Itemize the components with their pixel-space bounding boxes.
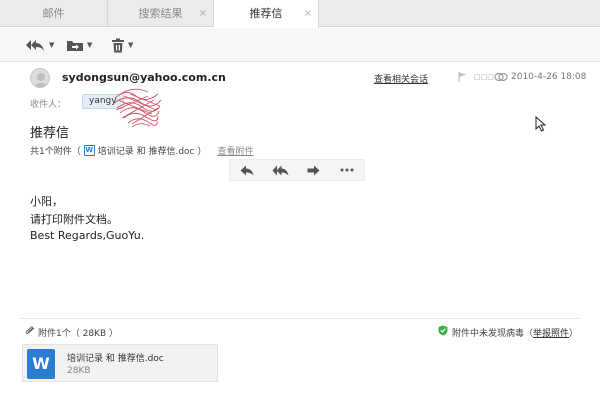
attachment-summary: 共1个附件（ W 培训记录 和 推荐信.doc ） 查看附件	[30, 144, 254, 157]
report-link[interactable]: 举报照件	[533, 329, 569, 339]
chevron-down-icon: ▼	[87, 41, 93, 49]
attachment-file-size: 28KB	[67, 366, 91, 376]
link-icon[interactable]	[494, 72, 508, 82]
attachment-prefix: 共1个附件（	[30, 147, 81, 157]
tab-recommendation-letter[interactable]: 推荐信 ×	[214, 0, 319, 28]
received-datetime: 2010-4-26 18:08	[511, 72, 587, 82]
virus-scan-status: 附件中未发现病毒（举报照件）	[452, 326, 578, 339]
forward-button[interactable]	[297, 160, 331, 180]
more-button[interactable]	[331, 160, 365, 180]
reply-all-menu-button[interactable]: ▼	[24, 36, 54, 54]
quick-action-bar	[229, 159, 365, 181]
virus-status-end: ）	[569, 329, 579, 339]
status-text: □□□	[474, 73, 494, 81]
chevron-down-icon: ▼	[49, 41, 55, 49]
chevron-down-icon: ▼	[128, 41, 134, 49]
view-conversation-link[interactable]: 查看相关会话	[374, 72, 428, 85]
move-button[interactable]: ▼	[66, 36, 92, 54]
recipient-label: 收件人：	[30, 100, 67, 110]
reply-icon	[240, 165, 254, 175]
tab-label: 推荐信	[249, 7, 283, 20]
redaction-scribble	[113, 88, 162, 128]
tab-label: 搜索结果	[138, 7, 183, 20]
virus-status-text: 附件中未发现病毒（	[452, 329, 534, 339]
view-attachment-link[interactable]: 查看附件	[218, 144, 254, 157]
sender-address[interactable]: sydongsun@yahoo.com.cn	[62, 71, 226, 84]
delete-button[interactable]: ▼	[111, 36, 133, 54]
tab-bar: 邮件 搜索结果 × 推荐信 ×	[0, 0, 600, 28]
body-greeting: 小阳，	[30, 195, 63, 208]
more-icon	[340, 168, 354, 172]
tab-mail[interactable]: 邮件	[0, 0, 108, 27]
body-text: 请打印附件文档。	[30, 213, 118, 226]
reply-button[interactable]	[230, 160, 264, 180]
attachment-suffix: ）	[197, 147, 207, 157]
word-doc-icon: W	[27, 349, 55, 379]
tab-search-results[interactable]: 搜索结果 ×	[108, 0, 214, 27]
email-subject: 推荐信	[30, 126, 70, 141]
toolbar: ▼ ▼ ▼	[0, 28, 600, 62]
move-to-folder-icon	[67, 41, 83, 51]
attachment-count: 附件1个（ 28KB ）	[38, 329, 118, 339]
flag-icon[interactable]	[458, 72, 467, 82]
delete-icon	[112, 38, 124, 52]
word-doc-icon: W	[83, 145, 95, 156]
shield-check-icon	[438, 325, 448, 336]
body-signature: Best Regards,GuoYu.	[30, 229, 145, 242]
mouse-cursor-icon	[535, 116, 546, 132]
divider	[20, 318, 580, 319]
paperclip-icon	[25, 326, 35, 334]
close-icon[interactable]: ×	[304, 0, 312, 27]
attachment-file-name[interactable]: 培训记录 和 推荐信.doc	[67, 351, 164, 364]
attachment-filename[interactable]: 培训记录 和 推荐信.doc	[98, 144, 195, 157]
reply-all-icon	[26, 40, 44, 51]
reply-all-button[interactable]	[264, 160, 298, 180]
close-icon[interactable]: ×	[199, 0, 207, 27]
forward-icon	[307, 165, 320, 175]
reply-all-icon	[272, 165, 289, 175]
tab-label: 邮件	[42, 7, 65, 20]
attachment-card[interactable]: W 培训记录 和 推荐信.doc 28KB	[22, 344, 218, 382]
avatar	[30, 68, 50, 88]
